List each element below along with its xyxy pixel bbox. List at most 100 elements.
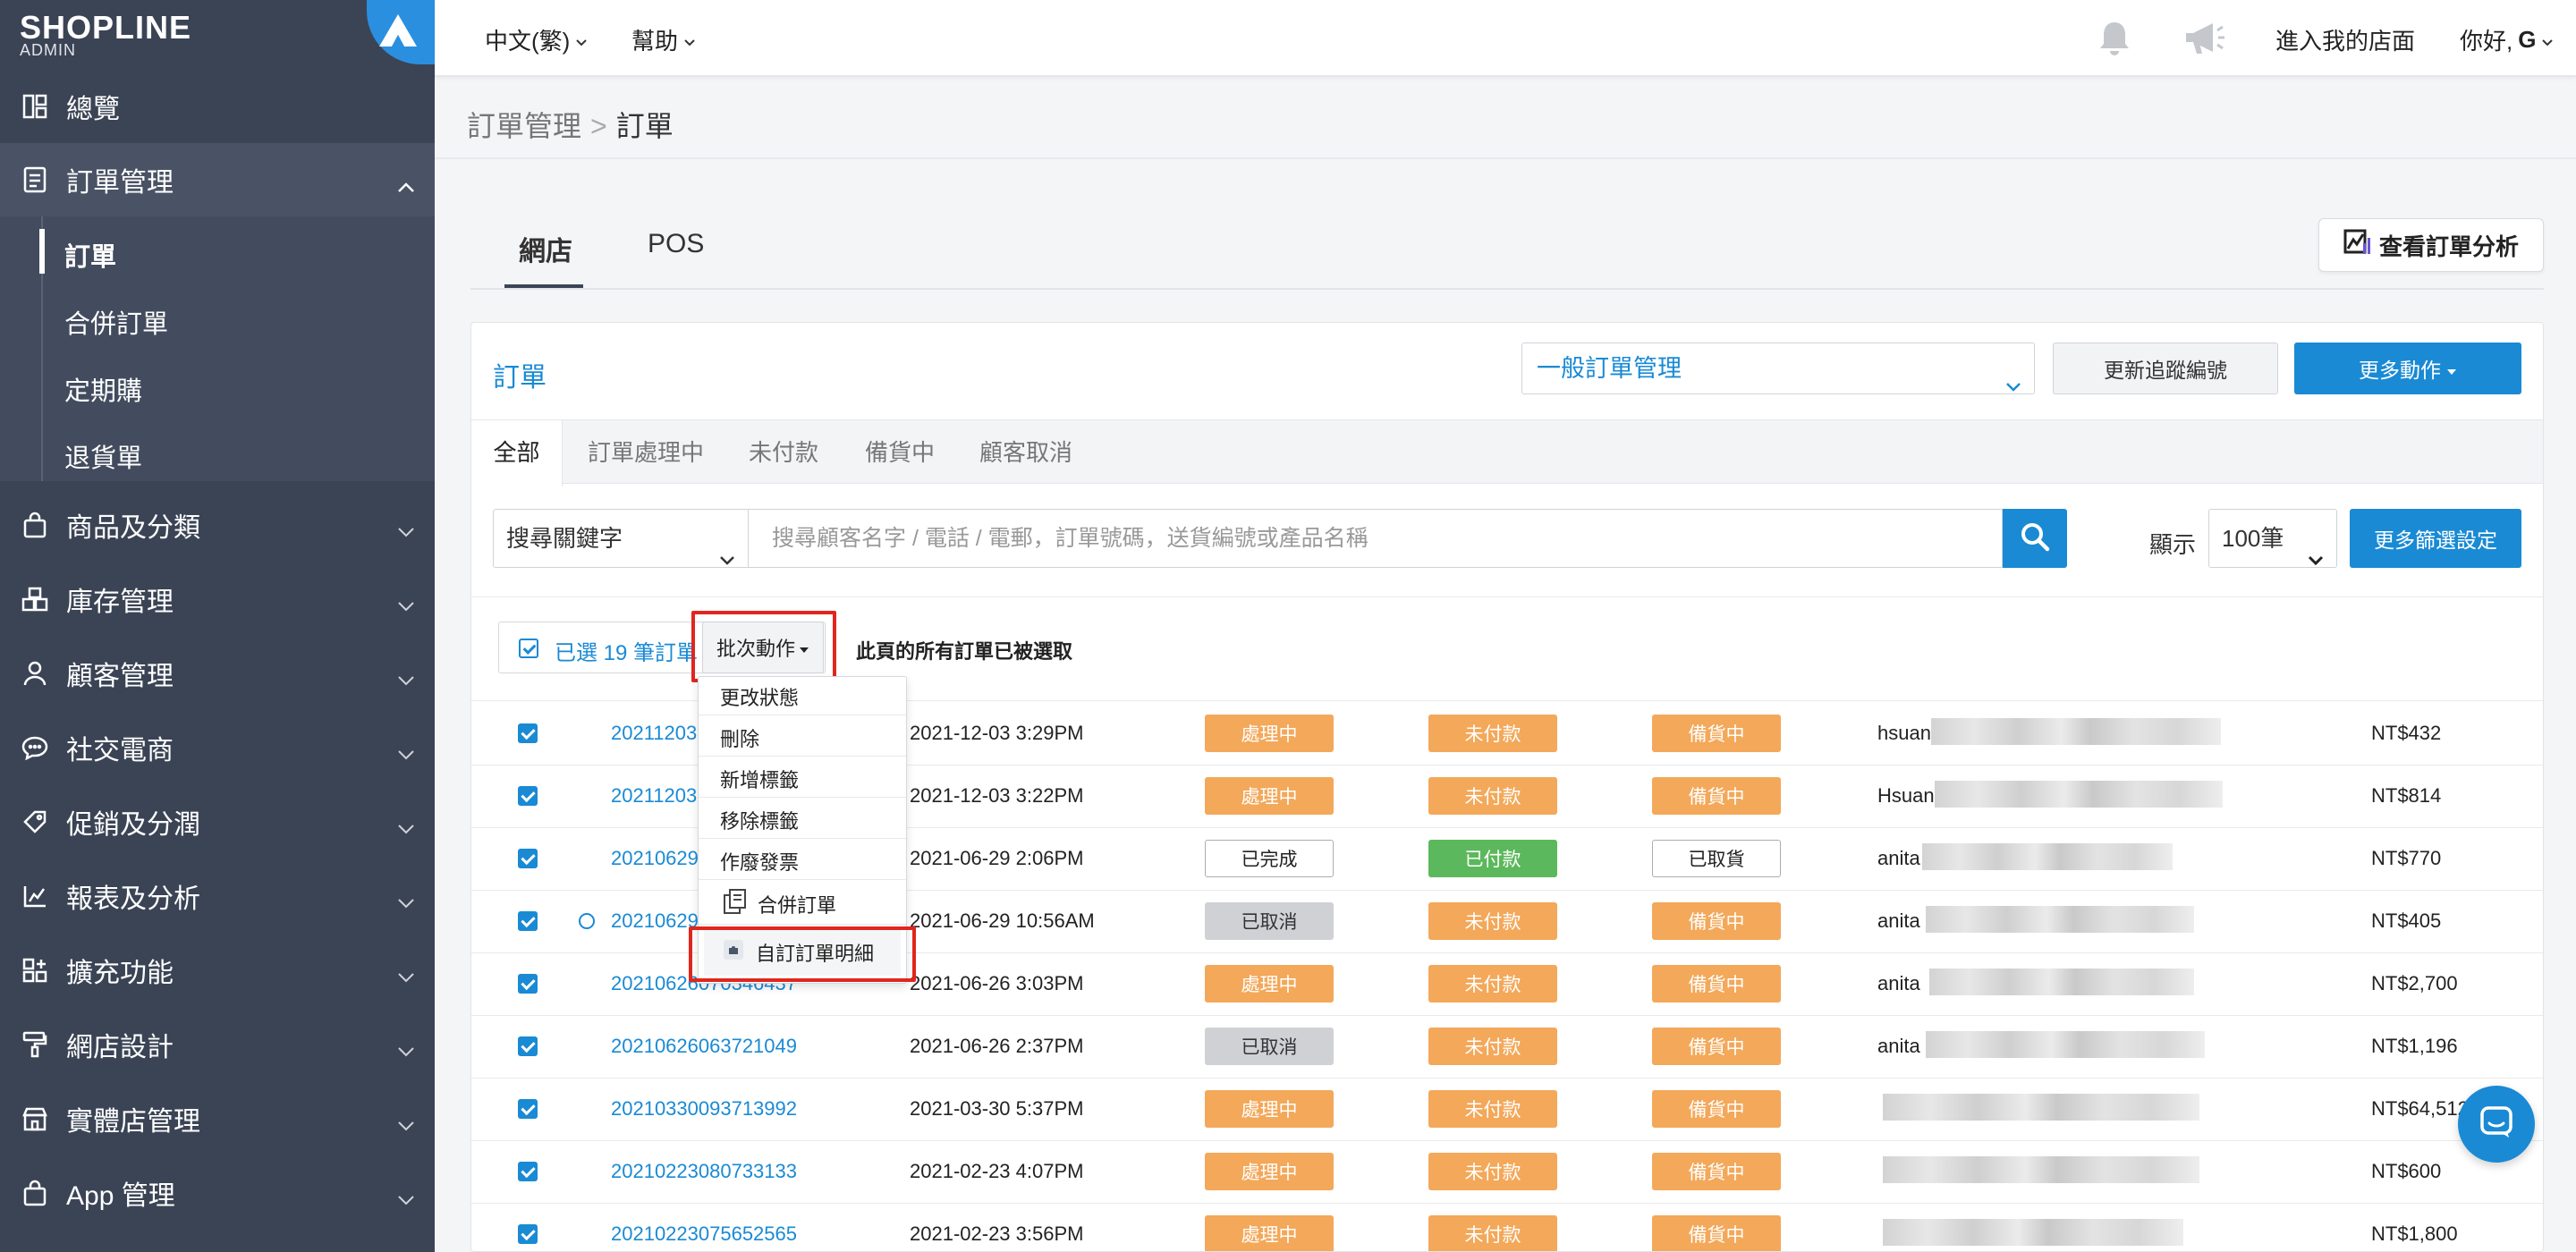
sidebar-item-label: 實體店管理 [66,1107,200,1137]
order-management-select[interactable]: 一般訂單管理 [1521,343,2035,394]
submenu-item-returns[interactable]: 退貨單 [64,437,142,475]
menu-item-merge-orders[interactable]: 合併訂單 [699,888,906,920]
delivery-status-badge: 備貨中 [1652,715,1781,752]
search-button[interactable] [2003,509,2067,568]
order-number-link[interactable]: 20210629 [611,909,699,933]
chevron-down-icon [2005,360,2021,410]
order-amount: NT$814 [2371,784,2442,807]
sidebar-item-label: 網店設計 [66,1033,174,1062]
tab-all[interactable]: 全部 [471,420,563,486]
keyword-type-select[interactable]: 搜尋關鍵字 [493,509,749,568]
sidebar-item-overview[interactable]: 總覽 [0,70,435,143]
table-row[interactable]: 20210223080733133 2021-02-23 4:07PM 處理中 … [471,1140,2543,1203]
table-row[interactable]: 20210626063721049 2021-06-26 2:37PM 已取消 … [471,1015,2543,1078]
row-checkbox[interactable] [518,1162,538,1181]
sidebar-item-orders[interactable]: 訂單管理 [0,143,435,216]
chart-icon [20,881,50,911]
language-dropdown[interactable]: 中文(繁) [485,23,588,56]
sidebar-item-customers[interactable]: 顧客管理 [0,637,435,710]
order-number-link[interactable]: 20210223080733133 [611,1160,797,1183]
breadcrumb-parent[interactable]: 訂單管理 [467,110,581,142]
sidebar-item-label: 訂單管理 [66,168,174,198]
inventory-icon [20,584,50,614]
order-number-link[interactable]: 20210626063721049 [611,1035,797,1058]
orders-submenu: 訂單 合併訂單 定期購 退貨單 [0,216,435,481]
analytics-icon [2343,229,2372,262]
divider [471,596,2543,597]
more-filters-button[interactable]: 更多篩選設定 [2350,509,2521,568]
order-status-badge: 已取消 [1205,902,1334,940]
sidebar-item-label: 庫存管理 [66,588,174,617]
row-checkbox[interactable] [518,786,538,806]
select-all-checkbox[interactable] [519,639,538,658]
breadcrumb: 訂單管理 > 訂單 [467,104,674,145]
order-number-link[interactable]: 20211203 [611,722,697,745]
megaphone-icon[interactable] [2182,20,2225,57]
row-checkbox[interactable] [518,1224,538,1244]
sidebar-item-label: 商品及分類 [66,513,200,543]
order-status-badge: 處理中 [1205,1153,1334,1190]
sidebar-item-label: 擴充功能 [66,959,174,988]
row-checkbox[interactable] [518,1036,538,1056]
order-number-link[interactable]: 20211203 [611,784,697,808]
row-checkbox[interactable] [518,723,538,743]
sidebar-item-app-management[interactable]: App 管理 [0,1156,435,1230]
sidebar-item-store-design[interactable]: 網店設計 [0,1008,435,1081]
menu-item-delete[interactable]: 刪除 [699,723,906,752]
row-checkbox[interactable] [518,1099,538,1119]
more-actions-button[interactable]: 更多動作 [2294,343,2521,394]
tab-preparing[interactable]: 備貨中 [865,420,935,485]
tab-online-store[interactable]: 網店 [519,229,572,268]
order-number-link[interactable]: 20210629 [611,847,699,870]
top-bar: 中文(繁) 幫助 進入我的店面 你好, G [435,0,2576,77]
menu-item-void-invoice[interactable]: 作廢發票 [699,847,906,876]
order-amount: NT$64,512 [2371,1097,2469,1120]
order-number-link[interactable]: 20210330093713992 [611,1097,797,1121]
per-page-select[interactable]: 100筆 [2208,509,2337,568]
support-chat-button[interactable] [2458,1086,2535,1163]
view-order-analysis-button[interactable]: 查看訂單分析 [2318,218,2544,272]
help-dropdown[interactable]: 幫助 [631,23,696,56]
row-checkbox[interactable] [518,849,538,868]
submenu-item-orders[interactable]: 訂單 [64,236,116,274]
order-date: 2021-02-23 3:56PM [910,1222,1084,1245]
sidebar-item-label: 社交電商 [66,736,174,766]
sidebar-item-apps[interactable]: 擴充功能 [0,934,435,1007]
tab-processing[interactable]: 訂單處理中 [588,420,704,485]
logo[interactable]: SHOPLINE ADMIN [0,0,435,64]
redacted-info [1926,1031,2205,1058]
tab-pos[interactable]: POS [648,229,704,259]
logo-subtitle: ADMIN [20,41,76,59]
order-number-link[interactable]: 20210223075652565 [611,1222,797,1246]
sidebar-item-promotions[interactable]: 促銷及分潤 [0,785,435,859]
tab-customer-cancelled[interactable]: 顧客取消 [979,420,1072,485]
sidebar-item-reports[interactable]: 報表及分析 [0,859,435,933]
menu-item-remove-tag[interactable]: 移除標籤 [699,806,906,834]
payment-status-badge: 未付款 [1428,1028,1557,1065]
divider [470,288,2544,290]
row-checkbox[interactable] [518,974,538,994]
sidebar-item-products[interactable]: 商品及分類 [0,488,435,562]
sidebar-item-label: 總覽 [66,95,120,124]
sidebar-item-social-commerce[interactable]: 社交電商 [0,711,435,784]
user-menu[interactable]: 你好, G [2460,23,2554,56]
enter-store-link[interactable]: 進入我的店面 [2275,23,2415,56]
sidebar-item-inventory[interactable]: 庫存管理 [0,563,435,636]
table-row[interactable]: 20210330093713992 2021-03-30 5:37PM 處理中 … [471,1078,2543,1140]
tab-unpaid[interactable]: 未付款 [749,420,818,485]
delivery-status-badge: 備貨中 [1652,777,1781,815]
payment-status-badge: 未付款 [1428,902,1557,940]
search-input[interactable]: 搜尋顧客名字 / 電話 / 電郵，訂單號碼，送貨編號或產品名稱 [749,509,2003,568]
order-status-badge: 處理中 [1205,1090,1334,1128]
row-checkbox[interactable] [518,911,538,931]
chat-icon [20,732,50,763]
bell-icon[interactable] [2097,20,2132,57]
table-row[interactable]: 20210223075652565 2021-02-23 3:56PM 處理中 … [471,1203,2543,1251]
sidebar-item-retail-store[interactable]: 實體店管理 [0,1082,435,1155]
submenu-item-merged-orders[interactable]: 合併訂單 [64,303,168,341]
update-tracking-button[interactable]: 更新追蹤編號 [2053,343,2278,394]
menu-item-change-status[interactable]: 更改狀態 [699,682,906,711]
menu-item-add-tag[interactable]: 新增標籤 [699,765,906,793]
page-selected-note: 此頁的所有訂單已被選取 [856,640,1073,663]
submenu-item-subscriptions[interactable]: 定期購 [64,370,142,408]
